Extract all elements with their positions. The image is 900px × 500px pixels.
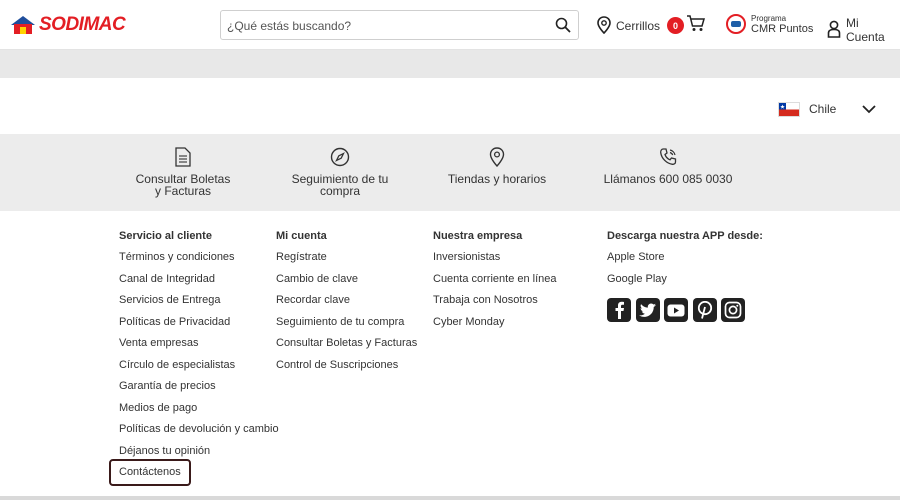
cart-button[interactable]: 0 [667,14,705,37]
service-label-line2: compra [319,184,360,198]
footer-col-title: Descarga nuestra APP desde: [607,230,763,242]
cmr-text: Programa CMR Puntos [751,13,813,35]
service-llamanos[interactable]: Llámanos 600 085 0030 [598,134,738,211]
pinterest-icon[interactable] [692,298,717,322]
brand-name: SODIMAC [39,14,126,35]
footer-col-servicio: Servicio al cliente Términos y condicion… [109,230,279,488]
footer-link[interactable]: Servicios de Entrega [119,294,279,316]
footer-link[interactable]: Términos y condiciones [119,251,279,273]
house-logo-icon [11,16,35,34]
search-input[interactable] [227,17,547,35]
footer-link[interactable]: Políticas de devolución y cambio [119,423,279,445]
footer-link[interactable]: Medios de pago [119,402,279,424]
footer-col-descarga-app: Descarga nuestra APP desde: Apple Store … [607,230,763,322]
footer-link[interactable]: Cyber Monday [433,316,557,338]
footer-link[interactable]: Control de Suscripciones [276,359,417,381]
cart-count-badge: 0 [667,17,684,34]
footer-link[interactable]: Recordar clave [276,294,417,316]
footer-link[interactable]: Seguimiento de tu compra [276,316,417,338]
footer-link[interactable]: Círculo de especialistas [119,359,279,381]
cart-icon [686,14,705,37]
youtube-icon[interactable] [664,298,688,322]
search-box [220,10,579,40]
chevron-down-icon [862,103,876,117]
footer-link[interactable]: Garantía de precios [119,380,279,402]
footer-divider [0,496,900,500]
footer-link[interactable]: Cambio de clave [276,273,417,295]
footer-col-mi-cuenta: Mi cuenta Regístrate Cambio de clave Rec… [276,230,417,380]
footer-col-nuestra-empresa: Nuestra empresa Inversionistas Cuenta co… [433,230,557,337]
footer-link-contactenos-wrap: Contáctenos [109,459,279,488]
instagram-icon[interactable] [721,298,745,322]
location-pin-icon [489,147,505,168]
site-header: SODIMAC Cerrillos 0 Programa CMR Puntos … [0,0,900,50]
location-pin-icon [597,15,611,37]
country-selector[interactable]: Chile [778,99,878,119]
contactenos-link[interactable]: Contáctenos [109,459,191,486]
apple-store-link[interactable]: Apple Store [607,251,763,273]
user-icon [827,20,841,41]
cmr-logo-icon [726,14,746,34]
service-label-line1: Tiendas y horarios [447,172,547,186]
location-label: Cerrillos [616,19,661,33]
account-link[interactable]: Mi Cuenta [827,16,900,44]
twitter-icon[interactable] [635,298,660,322]
footer-link[interactable]: Canal de Integridad [119,273,279,295]
document-icon [175,147,191,167]
grey-band [0,50,900,78]
footer-link[interactable]: Venta empresas [119,337,279,359]
footer-link[interactable]: Políticas de Privacidad [119,316,279,338]
footer-col-title: Nuestra empresa [433,230,523,242]
compass-icon [330,147,350,167]
phone-icon [658,147,678,167]
social-links [607,298,763,322]
store-location-selector[interactable]: Cerrillos [597,15,661,37]
cmr-puntos-link[interactable]: Programa CMR Puntos [726,13,813,35]
footer-link[interactable]: Consultar Boletas y Facturas [276,337,417,359]
google-play-link[interactable]: Google Play [607,273,763,295]
sodimac-logo[interactable]: SODIMAC [10,14,126,36]
service-boletas[interactable]: Consultar Boletas y Facturas [123,134,243,211]
footer-link[interactable]: Cuenta corriente en línea [433,273,557,295]
service-seguimiento[interactable]: Seguimiento de tu compra [280,134,400,211]
account-label: Mi Cuenta [846,16,885,44]
search-icon[interactable] [555,17,571,38]
footer-col-title: Servicio al cliente [119,230,212,242]
cmr-puntos-label: CMR Puntos [751,23,814,35]
service-label-line1: Llámanos 600 085 0030 [603,172,733,186]
facebook-icon[interactable] [607,298,631,322]
chile-flag-icon [778,101,800,117]
services-strip: Consultar Boletas y Facturas Seguimiento… [0,134,900,211]
service-label-line2: y Facturas [154,184,211,198]
service-tiendas[interactable]: Tiendas y horarios [437,134,557,211]
footer-link[interactable]: Regístrate [276,251,417,273]
footer-link[interactable]: Inversionistas [433,251,557,273]
country-label: Chile [809,102,837,116]
footer-col-title: Mi cuenta [276,230,327,242]
footer-link[interactable]: Trabaja con Nosotros [433,294,557,316]
